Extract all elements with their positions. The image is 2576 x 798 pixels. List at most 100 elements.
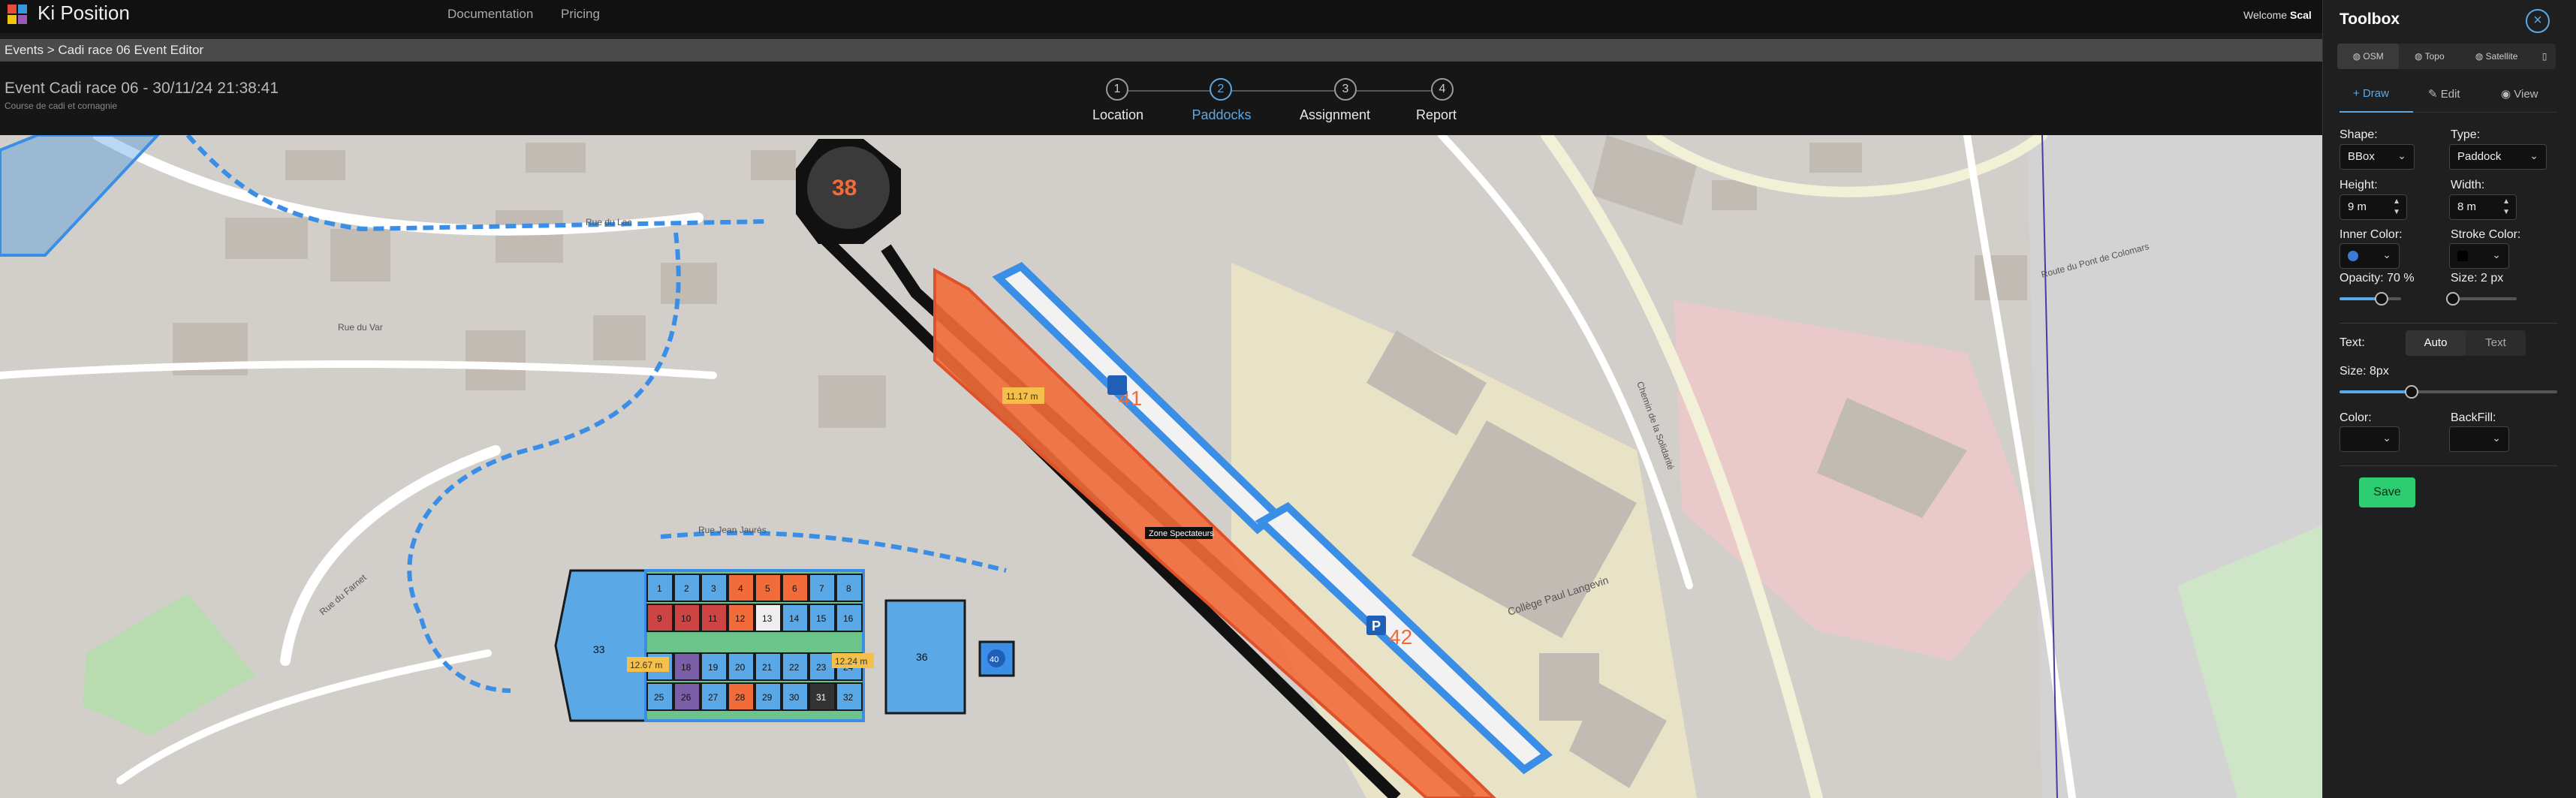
toolbox-panel: Toolbox × ◍ OSM ◍ Topo ◍ Satellite ▯ + D…	[2322, 0, 2576, 798]
paddock-38-label: 38	[832, 176, 857, 200]
step-1-circle[interactable]: 1	[1106, 78, 1128, 101]
svg-text:P: P	[1372, 619, 1381, 634]
text-size-slider[interactable]	[2339, 385, 2557, 399]
step-2-circle[interactable]: 2	[1210, 78, 1232, 101]
text-color-picker[interactable]: ⌄	[2339, 426, 2400, 452]
pencil-icon: ✎	[2428, 88, 2441, 101]
text-size-slider-fill	[2339, 390, 2412, 393]
tab-edit-label: Edit	[2440, 88, 2460, 101]
close-icon[interactable]: ×	[2526, 9, 2550, 33]
nav-link-pricing[interactable]: Pricing	[561, 7, 600, 22]
plus-icon: +	[2353, 87, 2363, 100]
grid-paddock-label: 26	[681, 692, 691, 703]
text-mode-text[interactable]: Text	[2466, 330, 2526, 356]
paddock-42-label: 42	[1389, 625, 1412, 649]
stepper-icon[interactable]: ▲ ▼	[2502, 197, 2510, 218]
app: Ki Position Documentation Pricing Welcom…	[0, 0, 2576, 798]
street-label-jaures: Rue Jean Jaurès	[698, 525, 767, 535]
event-subtitle: Course de cadi et cornagnie	[5, 101, 118, 111]
eye-icon: ◉	[2501, 88, 2514, 101]
nav-link-documentation[interactable]: Documentation	[447, 7, 533, 22]
step-connector	[1128, 90, 1210, 92]
grid-paddock-label: 22	[789, 662, 800, 673]
shape-select[interactable]: BBox ⌄	[2339, 144, 2415, 170]
text-size-label: Size: 8px	[2339, 365, 2389, 378]
grid-paddock-label: 6	[792, 583, 797, 594]
grid-paddock-label: 32	[843, 692, 854, 703]
text-mode-auto[interactable]: Auto	[2406, 330, 2466, 356]
tab-topo-label: Topo	[2424, 51, 2445, 62]
distance-label-3: 12.24 m	[835, 656, 867, 667]
grid-paddock-label: 28	[735, 692, 746, 703]
divider	[2339, 465, 2557, 466]
opacity-label: Opacity: 70 %	[2339, 272, 2415, 285]
grid-paddock-label: 21	[762, 662, 773, 673]
stroke-color-picker[interactable]: ⌄	[2449, 243, 2509, 269]
step-connector	[1357, 90, 1431, 92]
width-input[interactable]: 8 m ▲ ▼	[2449, 194, 2517, 220]
shape-value: BBox	[2348, 150, 2375, 163]
step-3-circle[interactable]: 3	[1334, 78, 1357, 101]
map-canvas[interactable]: 41 42 P 11.17 m Zone Spectateurs 38 33 1	[0, 135, 2322, 798]
step-2-label[interactable]: Paddocks	[1161, 107, 1282, 123]
divider	[2339, 323, 2557, 324]
street-label-var: Rue du Var	[338, 322, 383, 333]
tab-view[interactable]: ◉ View	[2501, 87, 2538, 101]
globe-icon: ◍	[2415, 51, 2425, 62]
tab-osm-label: OSM	[2363, 51, 2384, 62]
width-label: Width:	[2451, 179, 2485, 191]
breadcrumb[interactable]: Events > Cadi race 06 Event Editor	[0, 39, 2322, 62]
grid-paddock-label: 4	[738, 583, 743, 594]
type-value: Paddock	[2457, 150, 2502, 163]
welcome-user[interactable]: Scal	[2290, 9, 2312, 21]
size-slider[interactable]	[2446, 292, 2517, 306]
street-label-lac: Rue du Lac	[586, 217, 631, 227]
tab-osm[interactable]: ◍ OSM	[2337, 44, 2400, 69]
logo-icon	[8, 5, 27, 24]
chevron-down-icon: ⌄	[2382, 432, 2391, 444]
inner-color-label: Inner Color:	[2339, 228, 2403, 241]
grid-paddock-label: 23	[816, 662, 827, 673]
text-color-swatch	[2348, 434, 2358, 444]
size-slider-knob[interactable]	[2446, 292, 2460, 306]
opacity-slider-knob[interactable]	[2375, 292, 2388, 306]
chevron-down-icon: ⌄	[2492, 432, 2501, 444]
globe-icon: ◍	[2475, 51, 2486, 62]
step-1-label[interactable]: Location	[1058, 107, 1178, 123]
svg-text:33: 33	[593, 643, 605, 655]
stepper-icon[interactable]: ▲ ▼	[2393, 197, 2400, 218]
height-input[interactable]: 9 m ▲ ▼	[2339, 194, 2407, 220]
globe-icon: ◍	[2352, 51, 2364, 62]
opacity-slider[interactable]	[2339, 292, 2401, 306]
stroke-color-label: Stroke Color:	[2451, 228, 2521, 241]
save-button[interactable]: Save	[2359, 477, 2415, 507]
tab-topo[interactable]: ◍ Topo	[2399, 44, 2460, 69]
distance-label-1: 11.17 m	[1006, 391, 1038, 402]
tab-edit[interactable]: ✎ Edit	[2428, 87, 2460, 101]
grid-paddock-label: 14	[789, 613, 800, 624]
size-label: Size: 2 px	[2451, 272, 2504, 285]
tab-draw-label: Draw	[2362, 87, 2389, 100]
chevron-down-icon: ⌄	[2382, 248, 2391, 260]
backfill-label: BackFill:	[2451, 411, 2496, 424]
grid-paddock-label: 20	[735, 662, 746, 673]
map-svg[interactable]: 41 42 P 11.17 m Zone Spectateurs 38 33 1	[0, 135, 2322, 798]
backfill-picker[interactable]: ⌄	[2449, 426, 2509, 452]
grid-paddock-label: 2	[684, 583, 689, 594]
grid-paddock-label: 10	[681, 613, 691, 624]
step-4-label[interactable]: Report	[1376, 107, 1496, 123]
brand-name[interactable]: Ki Position	[38, 2, 130, 25]
text-size-slider-knob[interactable]	[2405, 385, 2418, 399]
file-icon: ▯	[2541, 51, 2547, 62]
active-tab-indicator	[2339, 111, 2413, 113]
shape-label: Shape:	[2339, 128, 2378, 141]
step-4-circle[interactable]: 4	[1431, 78, 1454, 101]
tab-draw[interactable]: + Draw	[2353, 87, 2389, 100]
tab-satellite[interactable]: ◍ Satellite	[2460, 44, 2533, 69]
inner-color-picker[interactable]: ⌄	[2339, 243, 2400, 269]
type-select[interactable]: Paddock ⌄	[2449, 144, 2547, 170]
height-label: Height:	[2339, 179, 2378, 191]
grid-paddock-label: 7	[819, 583, 824, 594]
tab-view-label: View	[2514, 88, 2538, 101]
tab-file[interactable]: ▯	[2533, 44, 2556, 69]
